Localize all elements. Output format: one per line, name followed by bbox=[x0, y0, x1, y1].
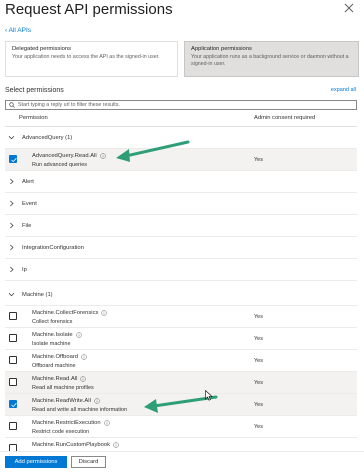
group-alert[interactable]: Alert bbox=[5, 171, 357, 193]
info-icon[interactable] bbox=[75, 332, 82, 338]
panel-title: Request API permissions bbox=[5, 1, 173, 18]
group-label: Ip bbox=[22, 266, 27, 273]
column-header-admin-consent: Admin consent required bbox=[254, 115, 316, 121]
permission-row-machine-restrictexecution[interactable]: Machine.RestrictExecution Restrict code … bbox=[5, 416, 357, 438]
admin-consent-value: Yes bbox=[254, 314, 263, 320]
permission-desc: Read all machine profiles bbox=[32, 385, 94, 391]
info-icon[interactable] bbox=[94, 398, 100, 404]
application-permissions-title: Application permissions bbox=[191, 46, 252, 52]
annotation-arrow bbox=[116, 140, 190, 162]
chevron-right-icon bbox=[7, 200, 15, 208]
permission-name: Machine.Read.All bbox=[32, 376, 78, 382]
info-icon[interactable] bbox=[80, 376, 87, 382]
close-icon[interactable] bbox=[343, 2, 355, 14]
admin-consent-value: Yes bbox=[254, 157, 263, 163]
group-event[interactable]: Event bbox=[5, 193, 357, 215]
chevron-right-icon bbox=[7, 178, 15, 186]
info-icon[interactable] bbox=[113, 442, 119, 448]
search-box[interactable] bbox=[5, 100, 357, 110]
permission-desc: Collect forensics bbox=[32, 319, 73, 325]
info-icon[interactable] bbox=[81, 354, 87, 360]
chevron-down-icon bbox=[7, 134, 15, 142]
back-to-all-apis-link[interactable]: ‹ All APIs bbox=[5, 27, 31, 34]
permission-checkbox[interactable] bbox=[9, 400, 17, 408]
permission-checkbox[interactable] bbox=[9, 422, 17, 430]
permission-name: Machine.RestrictExecution bbox=[32, 420, 101, 426]
expand-all-link[interactable]: expand all bbox=[331, 87, 356, 93]
permission-row-machine-collectforensics[interactable]: Machine.CollectForensics Collect forensi… bbox=[5, 306, 357, 328]
permission-name: Machine.RunCustomPlaybook bbox=[32, 442, 110, 448]
mouse-cursor-icon bbox=[205, 390, 213, 401]
permission-checkbox[interactable] bbox=[9, 356, 17, 364]
admin-consent-value: Yes bbox=[254, 402, 263, 408]
info-icon[interactable] bbox=[101, 310, 108, 316]
checkmark-icon bbox=[11, 157, 17, 163]
chevron-right-icon bbox=[7, 244, 15, 252]
group-label: AdvancedQuery (1) bbox=[22, 134, 73, 141]
application-permissions-desc: Your application runs as a background se… bbox=[191, 54, 349, 68]
add-permissions-button[interactable]: Add permissions bbox=[5, 456, 67, 468]
chevron-down-icon bbox=[7, 291, 15, 299]
chevron-right-icon bbox=[7, 266, 15, 274]
permission-desc: Run advanced queries bbox=[32, 162, 88, 168]
select-permissions-label: Select permissions bbox=[5, 87, 64, 94]
info-icon[interactable] bbox=[99, 153, 106, 159]
admin-consent-value: Yes bbox=[254, 358, 263, 364]
group-integrationconfiguration[interactable]: IntegrationConfiguration bbox=[5, 237, 357, 259]
delegated-permissions-title: Delegated permissions bbox=[12, 46, 71, 52]
permission-checkbox[interactable] bbox=[9, 334, 17, 342]
permission-row-machine-offboard[interactable]: Machine.Offboard Offboard machine Yes bbox=[5, 350, 357, 372]
group-label: Alert bbox=[22, 178, 34, 185]
group-ip[interactable]: Ip bbox=[5, 259, 357, 281]
group-machine[interactable]: Machine (1) bbox=[5, 284, 357, 306]
search-icon bbox=[9, 102, 15, 108]
permission-desc: Offboard machine bbox=[32, 363, 76, 369]
admin-consent-value: Yes bbox=[254, 424, 263, 430]
delegated-permissions-desc: Your application needs to access the API… bbox=[12, 54, 160, 60]
checkmark-icon bbox=[11, 402, 17, 408]
group-file[interactable]: File bbox=[5, 215, 357, 237]
permission-name: AdvancedQuery.Read.All bbox=[32, 153, 97, 159]
delegated-permissions-card[interactable]: Delegated permissions Your application n… bbox=[5, 41, 178, 77]
permission-name: Machine.ReadWrite.All bbox=[32, 398, 91, 404]
permission-checkbox[interactable] bbox=[9, 378, 17, 386]
permission-name: Machine.Offboard bbox=[32, 354, 78, 360]
discard-button[interactable]: Discard bbox=[71, 456, 106, 468]
group-label: Machine (1) bbox=[22, 291, 53, 298]
permission-name: Machine.CollectForensics bbox=[32, 310, 99, 316]
permission-row-machine-read-all[interactable]: Machine.Read.All Read all machine profil… bbox=[5, 372, 357, 394]
permission-desc: Read and write all machine information bbox=[32, 407, 128, 413]
permission-name: Machine.Isolate bbox=[32, 332, 73, 338]
group-label: IntegrationConfiguration bbox=[22, 244, 84, 251]
search-input[interactable] bbox=[18, 102, 348, 108]
info-icon[interactable] bbox=[103, 420, 110, 426]
permission-checkbox[interactable] bbox=[9, 155, 17, 163]
permission-row-machine-isolate[interactable]: Machine.Isolate Isolate machine Yes bbox=[5, 328, 357, 350]
chevron-right-icon bbox=[7, 222, 15, 230]
admin-consent-value: Yes bbox=[254, 336, 263, 342]
permission-desc: Isolate machine bbox=[32, 341, 71, 347]
column-header-permission: Permission bbox=[19, 115, 48, 121]
admin-consent-value: Yes bbox=[254, 380, 263, 386]
permission-checkbox[interactable] bbox=[9, 312, 17, 320]
permission-desc: Restrict code execution bbox=[32, 429, 90, 435]
group-label: Event bbox=[22, 200, 37, 207]
group-label: File bbox=[22, 222, 32, 229]
application-permissions-card[interactable]: Application permissions Your application… bbox=[184, 41, 359, 77]
